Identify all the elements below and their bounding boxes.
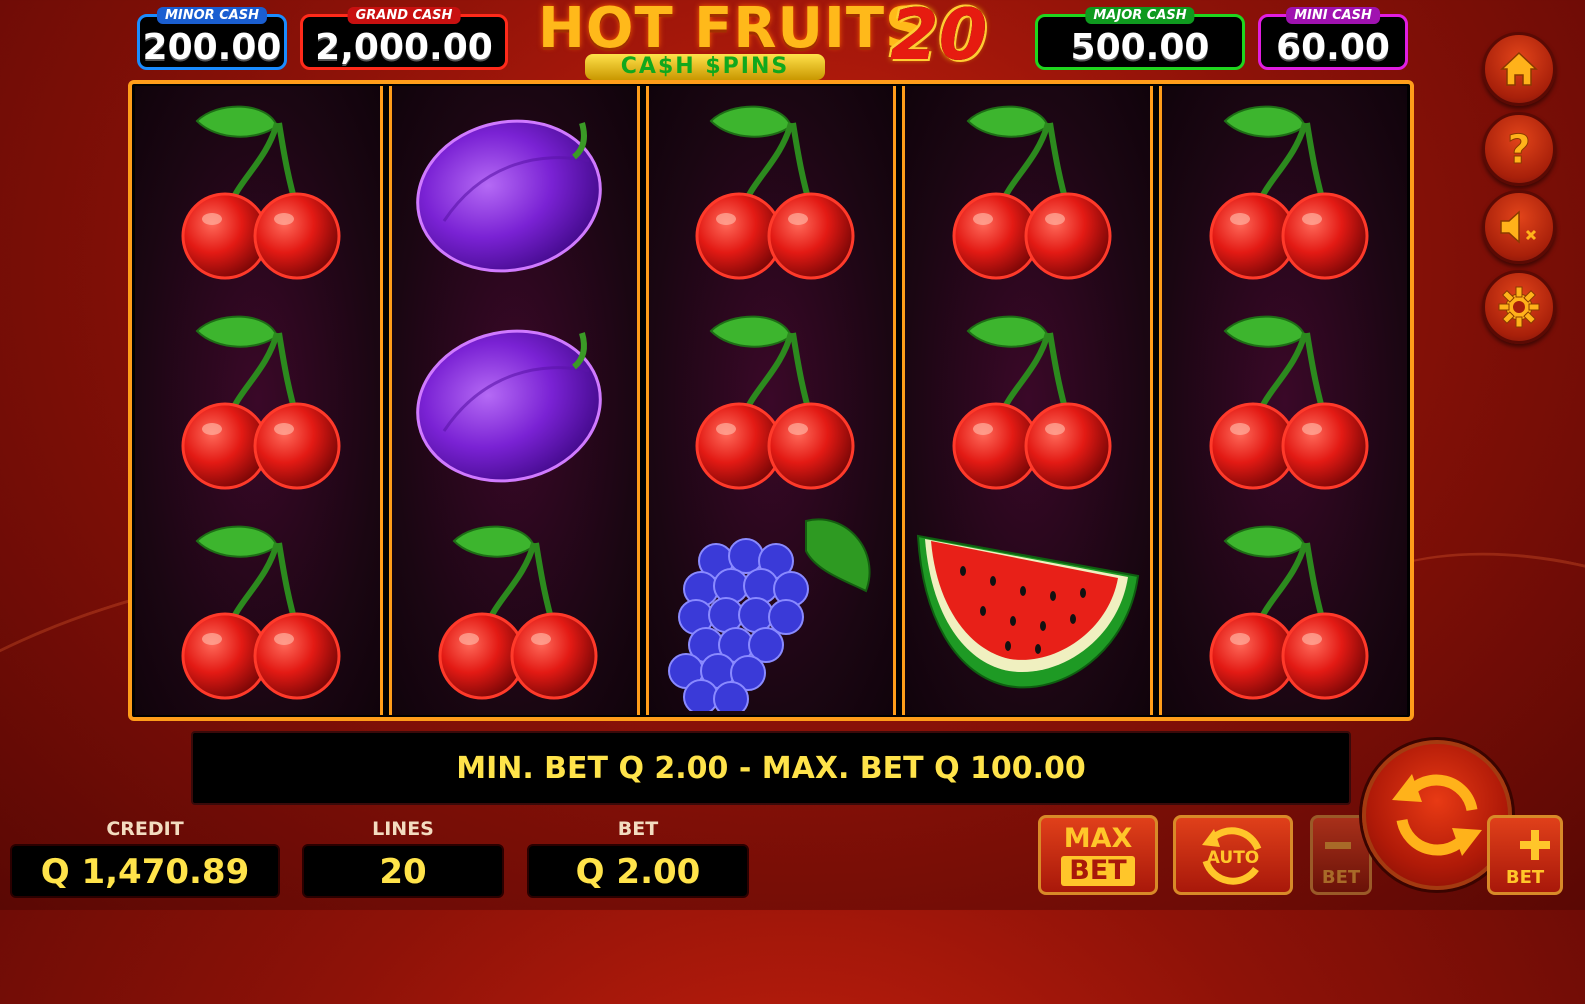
jackpot-grand-value: 2,000.00 — [315, 27, 493, 68]
reel-1 — [135, 86, 383, 715]
cherry-icon — [135, 506, 380, 716]
auto-label: AUTO — [1206, 848, 1260, 868]
credit-label: CREDIT — [106, 818, 184, 840]
cherry-icon — [1162, 296, 1407, 506]
watermelon-icon — [905, 506, 1150, 716]
lines-label: LINES — [372, 818, 434, 840]
jackpot-mini: MINI CASH 60.00 — [1258, 7, 1408, 70]
cherry-icon — [135, 296, 380, 506]
settings-icon — [1498, 286, 1540, 328]
cherry-icon — [649, 296, 894, 506]
max-bet-button[interactable]: MAX BET — [1038, 815, 1158, 895]
max-bet-line2: BET — [1061, 856, 1135, 886]
sound-button[interactable] — [1482, 190, 1556, 264]
game-logo: HOT FRUITS 20 CA$H $PINS — [530, 0, 1020, 84]
jackpot-minor: MINOR CASH 200.00 — [137, 7, 287, 70]
bet-increase-button[interactable]: BET — [1487, 815, 1563, 895]
jackpot-major-label: MAJOR CASH — [1085, 7, 1195, 24]
cherry-icon — [1162, 86, 1407, 296]
jackpot-major: MAJOR CASH 500.00 — [1035, 7, 1245, 70]
spin-icon — [1392, 774, 1482, 856]
bet-range-message: MIN. BET Q 2.00 - MAX. BET Q 100.00 — [191, 731, 1351, 805]
logo-number: 20 — [890, 0, 988, 76]
bet-value: Q 2.00 — [527, 844, 749, 898]
jackpot-grand-label: GRAND CASH — [347, 7, 461, 24]
grapes-icon — [649, 506, 894, 716]
jackpot-minor-value: 200.00 — [142, 27, 282, 68]
credit-value: Q 1,470.89 — [10, 844, 280, 898]
help-icon: ? — [1507, 127, 1531, 171]
reel-3 — [645, 86, 897, 716]
reel-grid — [128, 80, 1414, 721]
cherry-icon — [1162, 506, 1407, 716]
jackpot-mini-label: MINI CASH — [1286, 7, 1380, 24]
home-button[interactable] — [1482, 32, 1556, 106]
plum-icon — [392, 86, 637, 296]
sound-muted-icon — [1500, 210, 1537, 244]
help-button[interactable]: ? — [1482, 112, 1556, 186]
jackpot-mini-value: 60.00 — [1276, 27, 1390, 68]
auto-spin-button[interactable]: AUTO — [1173, 815, 1293, 895]
reel-4 — [902, 86, 1154, 716]
reel-5 — [1159, 86, 1407, 715]
cherry-icon — [905, 86, 1150, 296]
lines-value: 20 — [302, 844, 504, 898]
jackpot-minor-label: MINOR CASH — [156, 7, 268, 24]
settings-button[interactable] — [1482, 270, 1556, 344]
plus-icon — [1520, 830, 1550, 860]
bet-label: BET — [617, 818, 659, 840]
cherry-icon — [905, 296, 1150, 506]
bet-decrease-label: BET — [1321, 867, 1361, 888]
svg-text:?: ? — [1507, 127, 1530, 171]
logo-subtitle: CA$H $PINS — [585, 54, 825, 80]
jackpot-grand: GRAND CASH 2,000.00 — [300, 7, 508, 70]
cherry-icon — [649, 86, 894, 296]
cherry-icon — [392, 506, 637, 716]
logo-title: HOT FRUITS — [538, 0, 927, 61]
plum-icon — [392, 296, 637, 506]
home-icon — [1500, 51, 1538, 86]
jackpot-major-value: 500.00 — [1070, 27, 1210, 68]
bet-increase-label: BET — [1505, 867, 1545, 888]
cherry-icon — [135, 86, 380, 296]
reel-2 — [388, 86, 640, 716]
max-bet-line1: MAX — [1063, 823, 1133, 854]
minus-icon — [1325, 842, 1351, 849]
